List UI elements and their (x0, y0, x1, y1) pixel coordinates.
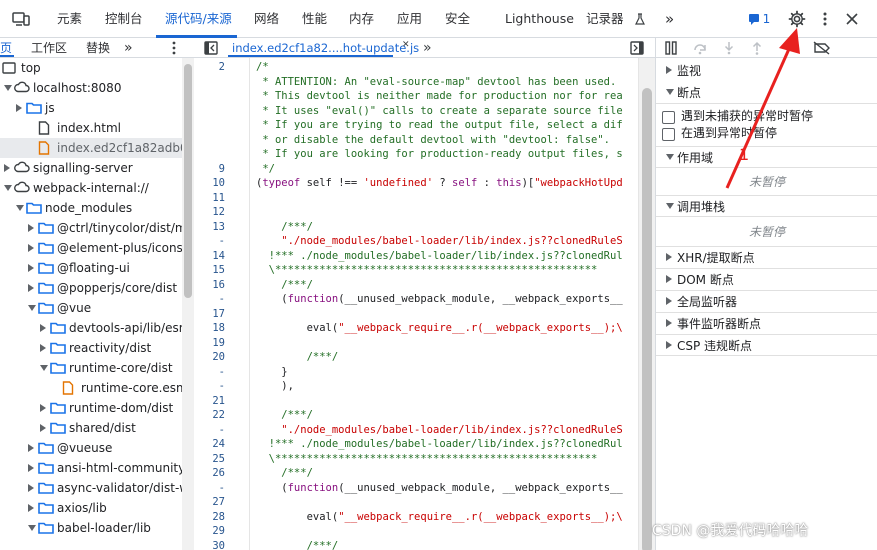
annotation-number: 1 (739, 145, 750, 164)
devtools-window: 元素 控制台 源代码/来源 网络 性能 内存 应用 安全 Lighthouse … (0, 0, 877, 550)
annotation-arrow (725, 28, 800, 189)
watermark: CSDN @我爱代码哈哈哈 (652, 523, 809, 539)
